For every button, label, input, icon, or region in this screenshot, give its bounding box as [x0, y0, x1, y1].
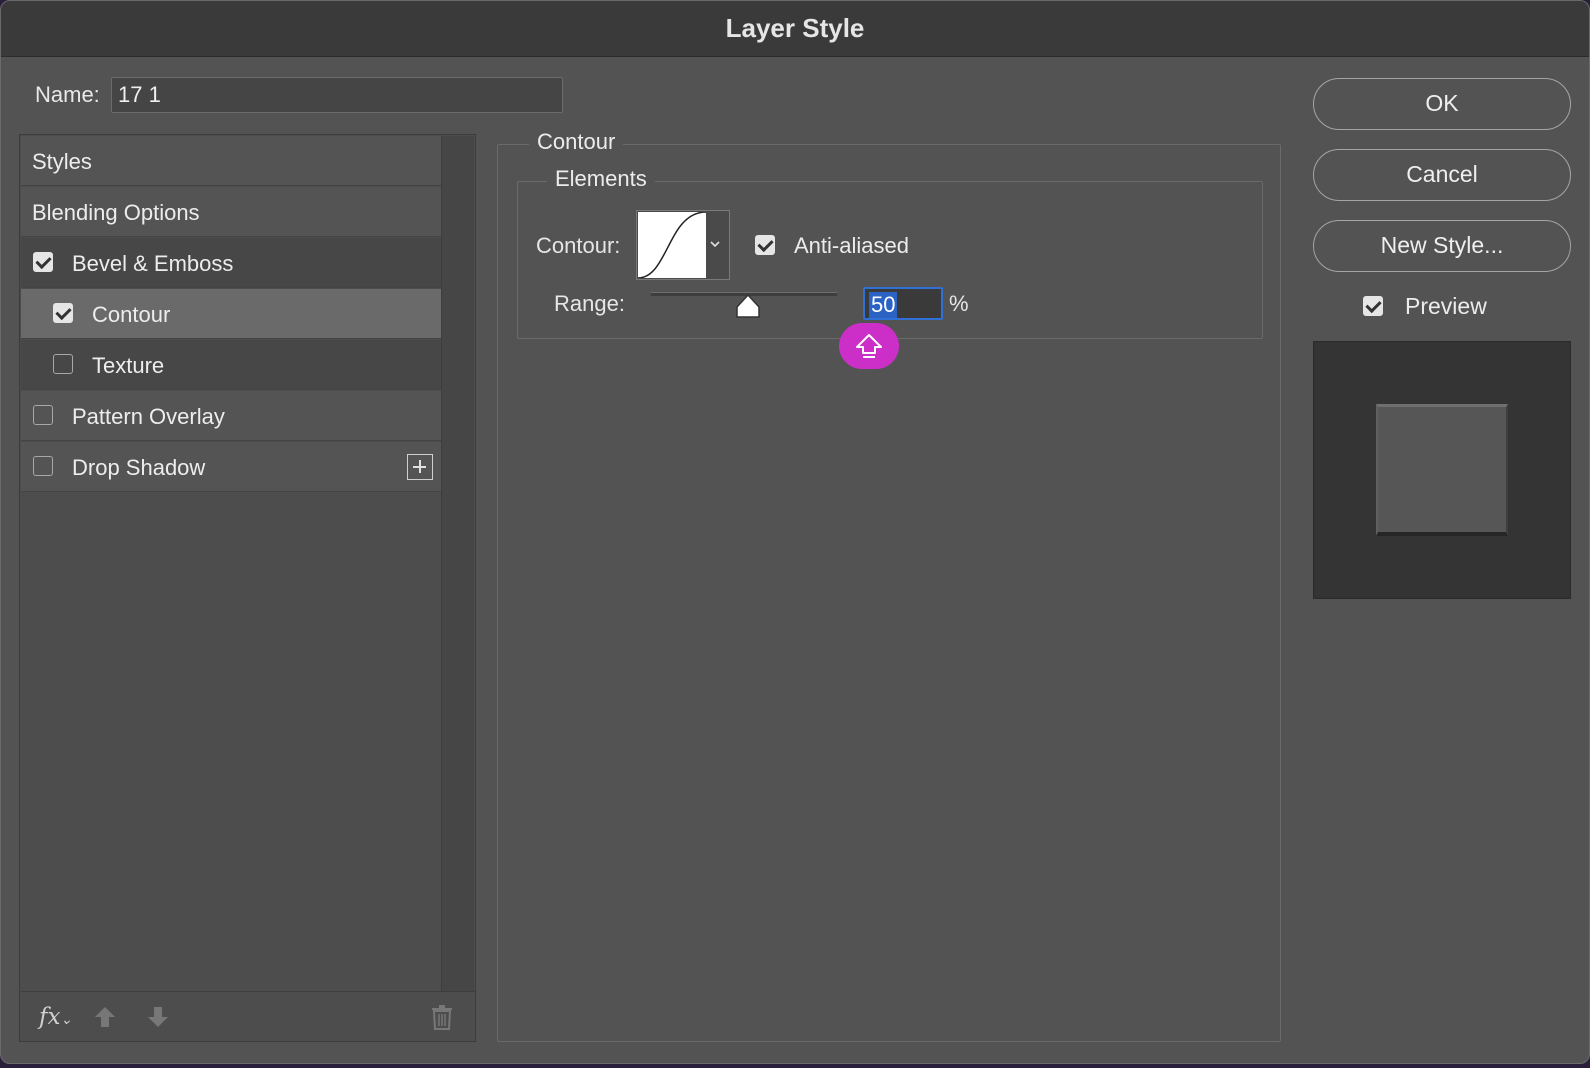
new-style-button[interactable]: New Style... [1313, 220, 1571, 272]
bevel-emboss-item[interactable]: Bevel & Emboss [21, 238, 441, 288]
styles-item[interactable]: Styles [21, 136, 441, 186]
elements-group-title: Elements [547, 166, 655, 192]
name-label: Name: [35, 82, 100, 107]
contour-curve-thumbnail[interactable] [637, 211, 707, 279]
style-preview [1313, 341, 1571, 599]
blending-options-label: Blending Options [32, 200, 200, 225]
styles-list-panel: Styles Blending Options Bevel & Emboss C… [19, 134, 476, 1042]
contour-picker[interactable] [636, 210, 730, 280]
add-drop-shadow-icon[interactable] [407, 454, 433, 480]
layer-style-dialog: Layer Style Name: Styles Blending Option… [0, 0, 1590, 1064]
range-slider-thumb[interactable] [735, 293, 761, 319]
drop-shadow-item[interactable]: Drop Shadow [21, 442, 441, 492]
texture-checkbox[interactable] [53, 354, 73, 374]
title-bar: Layer Style [1, 1, 1589, 57]
fx-icon-label: fx [39, 1004, 61, 1030]
chevron-down-icon[interactable] [709, 237, 721, 249]
drop-shadow-checkbox[interactable] [33, 456, 53, 476]
shift-key-indicator [839, 323, 899, 369]
pattern-overlay-label: Pattern Overlay [72, 404, 225, 429]
texture-item[interactable]: Texture [21, 340, 441, 390]
styles-list: Styles Blending Options Bevel & Emboss C… [21, 136, 441, 991]
contour-section-title: Contour [529, 129, 624, 155]
trash-icon[interactable] [431, 1004, 453, 1035]
contour-label: Contour [92, 302, 171, 327]
fx-icon[interactable]: fx⌄ [39, 1004, 72, 1030]
preview-label: Preview [1405, 293, 1487, 319]
ok-button[interactable]: OK [1313, 78, 1571, 130]
dialog-title: Layer Style [725, 13, 865, 43]
contour-picker-label: Contour: [536, 233, 621, 258]
range-value-input[interactable]: 50 [863, 287, 943, 320]
shift-arrow-icon [856, 334, 882, 358]
range-unit-label: % [949, 291, 969, 316]
blending-options-item[interactable]: Blending Options [21, 187, 441, 237]
cancel-button[interactable]: Cancel [1313, 149, 1571, 201]
pattern-overlay-item[interactable]: Pattern Overlay [21, 391, 441, 441]
styles-item-label: Styles [32, 149, 92, 174]
move-down-icon[interactable] [146, 1006, 170, 1033]
range-value-text: 50 [869, 292, 898, 318]
pattern-overlay-checkbox[interactable] [33, 405, 53, 425]
anti-aliased-label: Anti-aliased [794, 233, 909, 258]
contour-item[interactable]: Contour [21, 289, 441, 339]
drop-shadow-label: Drop Shadow [72, 455, 206, 480]
styles-list-scrollbar[interactable] [441, 136, 474, 991]
contour-checkbox[interactable] [53, 303, 73, 323]
range-label: Range: [554, 291, 625, 316]
texture-label: Texture [92, 353, 165, 378]
preview-checkbox[interactable] [1363, 296, 1383, 316]
anti-aliased-checkbox[interactable] [755, 235, 775, 255]
bevel-emboss-label: Bevel & Emboss [72, 251, 234, 276]
name-input[interactable] [111, 77, 563, 113]
styles-list-footer: fx⌄ [21, 991, 475, 1041]
preview-swatch [1376, 404, 1508, 536]
bevel-emboss-checkbox[interactable] [33, 252, 53, 272]
move-up-icon[interactable] [93, 1006, 117, 1033]
